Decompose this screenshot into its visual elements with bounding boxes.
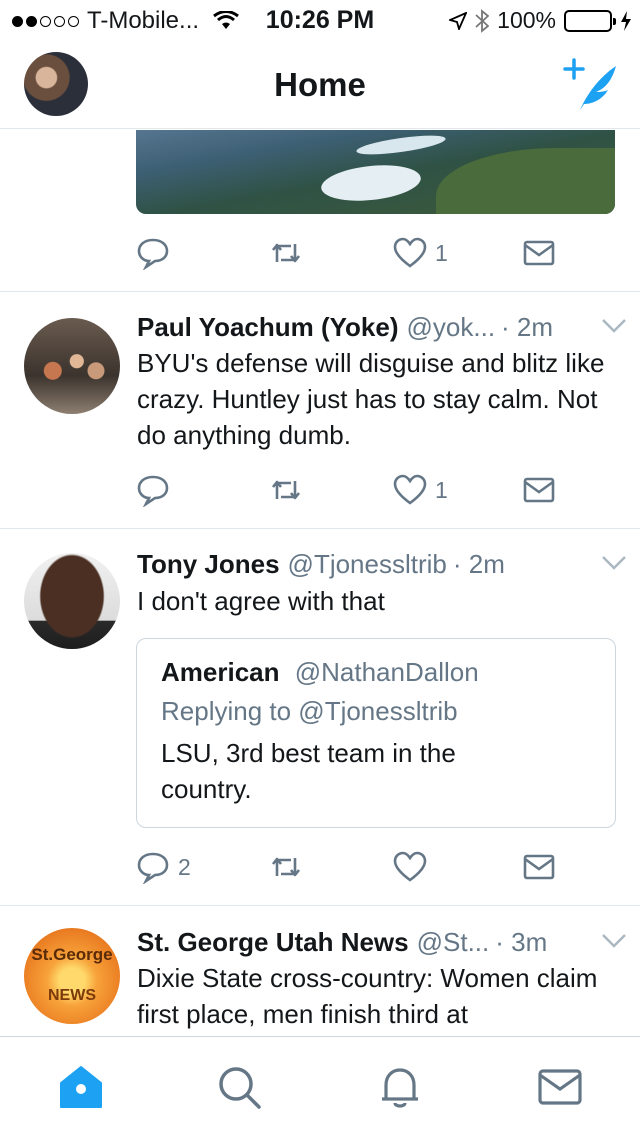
tweet-actions: 2 [136, 850, 576, 890]
divider [0, 291, 640, 292]
replying-to-label: Replying to @Tjonessltrib [161, 696, 458, 726]
retweet-icon [271, 480, 301, 500]
retweet-icon [271, 243, 301, 263]
direct-message-button[interactable] [522, 236, 556, 270]
tab-bar [0, 1036, 640, 1136]
like-count: 1 [435, 239, 448, 266]
tweet-text: I don't agree with that [137, 586, 385, 616]
heart-icon [393, 474, 427, 505]
retweet-icon [271, 857, 301, 877]
status-bar: T-Mobile... 10:26 PM 100% [0, 0, 640, 40]
avatar-logo-subtext: NEWS [48, 987, 96, 1004]
author-name[interactable]: Paul Yoachum (Yoke) [137, 312, 399, 343]
tweet-text: BYU's defense will disguise and blitz li… [137, 348, 605, 450]
reply-button[interactable] [136, 473, 170, 507]
tweet-actions: 1 [136, 473, 576, 513]
author-name[interactable]: St. George Utah News [137, 927, 409, 958]
reply-icon [137, 238, 169, 270]
like-button[interactable] [393, 850, 427, 884]
heart-icon [393, 237, 427, 268]
quoted-tweet[interactable]: American @NathanDallon Replying to @Tjon… [136, 638, 616, 828]
divider [0, 905, 640, 906]
author-handle[interactable]: @St... [417, 927, 490, 958]
avatar-logo-text: St.George [31, 945, 113, 964]
messages-icon[interactable] [536, 1063, 584, 1111]
reply-button[interactable]: 2 [136, 850, 191, 884]
quoted-author-name: American [161, 657, 280, 687]
compose-tweet-icon[interactable] [562, 58, 620, 114]
mail-icon [523, 854, 555, 880]
author-handle[interactable]: @yok... [407, 312, 496, 343]
bluetooth-icon [475, 8, 490, 33]
reply-icon [137, 852, 169, 884]
tweet-actions: 1 [136, 236, 576, 276]
notifications-icon[interactable] [376, 1063, 424, 1111]
like-button[interactable]: 1 [393, 473, 448, 507]
tweet-timestamp: · 3m [495, 927, 548, 957]
avatar[interactable] [24, 318, 120, 414]
navigation-bar: Home [0, 40, 640, 129]
avatar[interactable]: St.George NEWS [24, 928, 120, 1024]
author-handle[interactable]: @Tjonessltrib [288, 549, 447, 580]
chevron-down-icon[interactable] [601, 555, 627, 571]
reply-icon [137, 475, 169, 507]
reply-count: 2 [178, 853, 191, 880]
mail-icon [523, 240, 555, 266]
retweet-button[interactable] [269, 850, 303, 884]
location-icon [449, 11, 468, 30]
tweet-timestamp: · 2m [501, 312, 554, 342]
battery-percentage: 100% [497, 7, 556, 33]
tweet-timestamp: · 2m [452, 549, 505, 579]
chevron-down-icon[interactable] [601, 318, 627, 334]
quoted-tweet-text: LSU, 3rd best team in the country. [161, 738, 456, 804]
tweet-text: Dixie State cross-country: Women claim f… [137, 963, 598, 1029]
page-title: Home [274, 66, 366, 103]
reply-button[interactable] [136, 236, 170, 270]
tweet-image[interactable] [136, 130, 615, 214]
like-count: 1 [435, 476, 448, 503]
quoted-author-handle: @NathanDallon [294, 657, 479, 687]
heart-icon [393, 851, 427, 882]
chevron-down-icon[interactable] [601, 933, 627, 949]
charging-icon [621, 10, 631, 31]
timeline[interactable]: 1 Paul Yoachum (Yoke) @yok... · 2m BYU's… [0, 130, 640, 1036]
direct-message-button[interactable] [522, 850, 556, 884]
direct-message-button[interactable] [522, 473, 556, 507]
like-button[interactable]: 1 [393, 236, 448, 270]
author-name[interactable]: Tony Jones [137, 549, 280, 580]
divider [0, 528, 640, 529]
mail-icon [523, 477, 555, 503]
retweet-button[interactable] [269, 473, 303, 507]
retweet-button[interactable] [269, 236, 303, 270]
battery-icon [564, 9, 616, 32]
search-icon[interactable] [215, 1063, 263, 1111]
home-icon[interactable] [57, 1063, 105, 1111]
avatar[interactable] [24, 553, 120, 649]
